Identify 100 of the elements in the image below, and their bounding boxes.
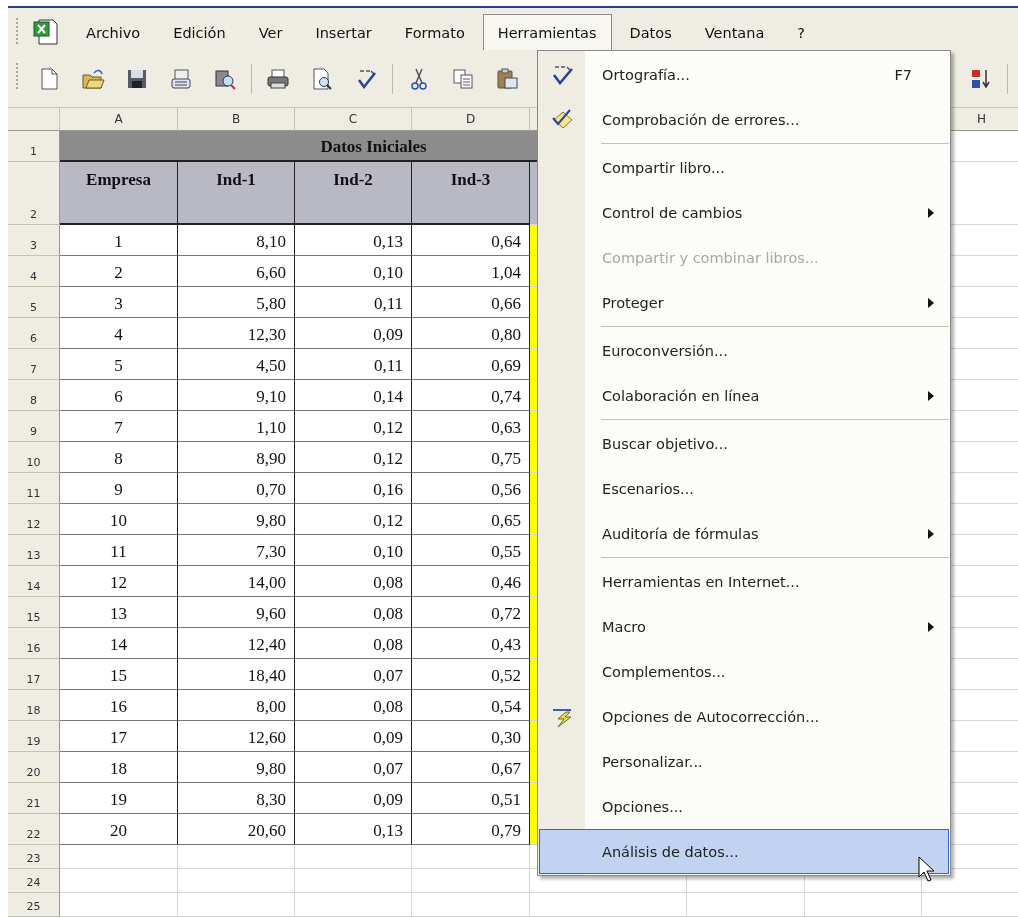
table-cell: 0,30 <box>412 721 530 752</box>
table-cell: 9,80 <box>178 504 295 535</box>
table-cell: 0,09 <box>295 318 412 349</box>
submenu-arrow-icon <box>928 390 934 401</box>
document-list-icon[interactable] <box>169 66 193 91</box>
menu-item[interactable]: Análisis de datos... <box>539 829 949 874</box>
column-letter[interactable]: A <box>60 108 178 131</box>
row-number[interactable]: 17 <box>8 659 60 690</box>
row-number[interactable]: 16 <box>8 628 60 659</box>
menu-item[interactable]: Herramientas en Internet... <box>539 559 949 604</box>
table-cell: 8,90 <box>178 442 295 473</box>
row-number[interactable]: 6 <box>8 318 60 349</box>
table-cell: 7,30 <box>178 535 295 566</box>
column-header: Empresa <box>60 162 178 225</box>
table-cell: 9 <box>60 473 178 504</box>
table-cell: 14,00 <box>178 566 295 597</box>
menu-item[interactable]: Escenarios... <box>539 466 949 511</box>
menu-item[interactable]: Complementos... <box>539 649 949 694</box>
menu-bar-item[interactable]: Datos <box>614 14 687 50</box>
table-cell: 4 <box>60 318 178 349</box>
row-number[interactable]: 2 <box>8 162 60 225</box>
table-cell: 6 <box>60 380 178 411</box>
menu-item[interactable]: Auditoría de fórmulas <box>539 511 949 556</box>
column-letter[interactable]: D <box>412 108 530 131</box>
table-cell: 0,07 <box>295 752 412 783</box>
menu-bar-item[interactable]: Herramientas <box>482 14 612 50</box>
table-cell: 14 <box>60 628 178 659</box>
table-cell: 9,60 <box>178 597 295 628</box>
column-header: Ind-1 <box>178 162 295 225</box>
table-cell: 8,30 <box>178 783 295 814</box>
row-number[interactable]: 14 <box>8 566 60 597</box>
row-number[interactable]: 15 <box>8 597 60 628</box>
table-cell: 0,08 <box>295 628 412 659</box>
row-number[interactable]: 19 <box>8 721 60 752</box>
row-number[interactable]: 20 <box>8 752 60 783</box>
row-number[interactable]: 4 <box>8 256 60 287</box>
row-number[interactable]: 21 <box>8 783 60 814</box>
table-cell: 0,70 <box>178 473 295 504</box>
table-cell: 0,66 <box>412 287 530 318</box>
print-icon[interactable] <box>266 66 290 91</box>
table-cell: 0,16 <box>295 473 412 504</box>
table-cell: 20 <box>60 814 178 845</box>
print-preview-icon[interactable] <box>310 66 334 91</box>
table-cell: 10 <box>60 504 178 535</box>
menu-bar-item[interactable]: Formato <box>389 14 480 50</box>
table-cell: 0,51 <box>412 783 530 814</box>
paste-icon[interactable] <box>495 66 519 91</box>
row-number[interactable]: 3 <box>8 225 60 256</box>
menu-bar-item[interactable]: Ver <box>243 14 298 50</box>
row-number[interactable]: 18 <box>8 690 60 721</box>
menu-item[interactable]: Personalizar... <box>539 739 949 784</box>
row-number[interactable]: 22 <box>8 814 60 845</box>
menu-item[interactable]: Control de cambios <box>539 190 949 235</box>
row-number[interactable]: 8 <box>8 380 60 411</box>
table-cell: 0,75 <box>412 442 530 473</box>
table-cell: 8,00 <box>178 690 295 721</box>
toolbar-grip[interactable] <box>16 62 21 89</box>
table-cell: 0,54 <box>412 690 530 721</box>
table-cell: 6,60 <box>178 256 295 287</box>
menu-item[interactable]: Macro <box>539 604 949 649</box>
table-cell: 1 <box>60 225 178 256</box>
menu-item[interactable]: Buscar objetivo... <box>539 421 949 466</box>
row-number[interactable]: 10 <box>8 442 60 473</box>
mouse-pointer-icon <box>918 856 936 882</box>
table-cell: 4,50 <box>178 349 295 380</box>
spreadsheet-icon[interactable] <box>31 16 61 46</box>
table-cell: 5,80 <box>178 287 295 318</box>
table-cell: 0,09 <box>295 783 412 814</box>
row-number[interactable]: 9 <box>8 411 60 442</box>
submenu-arrow-icon <box>928 528 934 539</box>
copy-icon[interactable] <box>451 66 475 91</box>
menu-bar-item[interactable]: Insertar <box>300 14 387 50</box>
row-number[interactable]: 25 <box>8 893 60 917</box>
row-number[interactable]: 24 <box>8 869 60 893</box>
table-cell: 18,40 <box>178 659 295 690</box>
menu-bar-item[interactable]: Archivo <box>71 14 156 50</box>
submenu-arrow-icon <box>928 297 934 308</box>
row-number[interactable]: 11 <box>8 473 60 504</box>
toolbar-grip[interactable] <box>16 18 21 44</box>
row-number[interactable]: 7 <box>8 349 60 380</box>
menu-bar-item[interactable]: ? <box>782 14 820 50</box>
column-letter[interactable]: C <box>295 108 412 131</box>
table-cell: 0,52 <box>412 659 530 690</box>
menu-item[interactable]: Proteger <box>539 280 949 325</box>
table-cell: 0,14 <box>295 380 412 411</box>
column-letter[interactable]: B <box>178 108 295 131</box>
menu-bar-item[interactable]: Ventana <box>689 14 780 50</box>
table-cell: 0,80 <box>412 318 530 349</box>
table-cell: 20,60 <box>178 814 295 845</box>
row-number[interactable]: 23 <box>8 845 60 869</box>
row-number[interactable]: 13 <box>8 535 60 566</box>
row-number[interactable]: 1 <box>8 131 60 162</box>
table-cell: 9,80 <box>178 752 295 783</box>
menu-item[interactable]: Opciones de Autocorrección... <box>539 694 949 739</box>
menu-item[interactable]: Opciones... <box>539 784 949 829</box>
menu-item[interactable]: Euroconversión... <box>539 328 949 373</box>
menu-item[interactable]: Colaboración en línea <box>539 373 949 418</box>
menu-bar-item[interactable]: Edición <box>158 14 241 50</box>
row-number[interactable]: 12 <box>8 504 60 535</box>
row-number[interactable]: 5 <box>8 287 60 318</box>
